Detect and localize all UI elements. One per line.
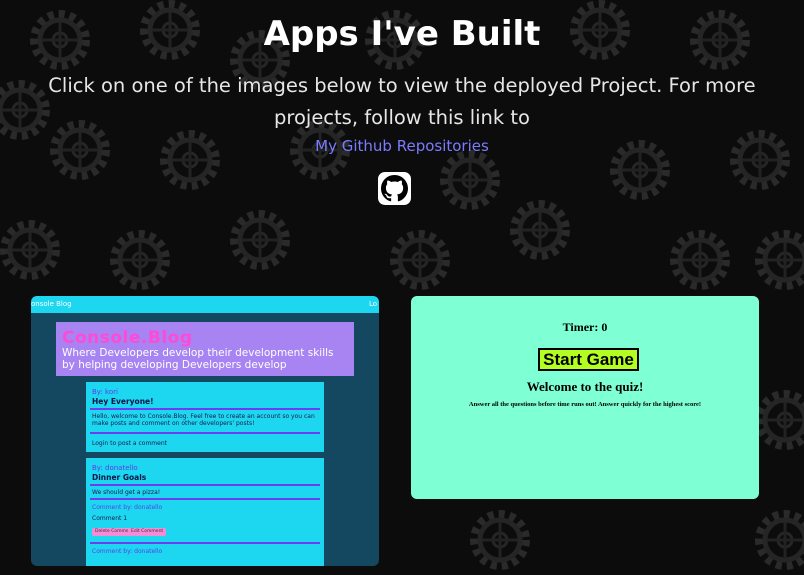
project-card-quiz[interactable]: Timer: 0 Start Game Welcome to the quiz!… [411,296,759,499]
comment-text: Comment 1 [92,515,128,522]
edit-comment-button: Edit Comment [128,528,167,536]
comment-author: Comment by: donatello [92,548,163,555]
blog-hero-line2: by helping developing Developers develop [62,359,287,371]
divider [90,484,320,486]
main-content: Apps I've Built Click on one of the imag… [0,0,804,575]
divider [90,408,320,410]
quiz-start-button: Start Game [538,348,639,371]
blog-hero-title: Console.Blog [62,328,193,348]
post-author: By: donatello [92,464,138,472]
post-title: Hey Everyone! [92,397,154,406]
github-logo-icon [381,175,408,202]
post-footer: Login to post a comment [92,440,167,447]
blog-hero-line1: Where Developers develop their developme… [62,347,334,359]
post-body: Hello, welcome to Console.Blog. Feel fre… [92,413,315,427]
blog-post-1: By: kori Hey Everyone! Hello, welcome to… [86,382,324,452]
github-repos-link[interactable]: My Github Repositories [0,137,804,155]
post-body: We should get a pizza! [92,489,161,496]
divider [90,432,320,434]
blog-nav-login: Lo [368,300,377,308]
page-title: Apps I've Built [263,14,541,54]
project-card-console-blog[interactable]: onsole Blog Lo Console.Blog Where Develo… [31,296,379,566]
quiz-timer: Timer: 0 [562,320,608,334]
comment-author: Comment by: donatello [92,504,163,511]
post-author: By: kori [92,388,118,396]
blog-hero: Console.Blog Where Developers develop th… [56,322,354,376]
blog-post-2: By: donatello Dinner Goals We should get… [86,458,324,566]
quiz-description: Answer all the questions before time run… [468,401,702,408]
intro-text: Click on one of the images below to view… [48,74,756,129]
blog-navbar: onsole Blog Lo [31,296,379,313]
divider [90,542,320,544]
blog-hero-subtitle: Where Developers develop their developme… [62,347,334,371]
divider [90,498,320,500]
blog-nav-brand: onsole Blog [31,300,72,308]
github-icon[interactable] [378,172,411,205]
quiz-welcome: Welcome to the quiz! [526,379,644,394]
post-title: Dinner Goals [92,473,147,482]
